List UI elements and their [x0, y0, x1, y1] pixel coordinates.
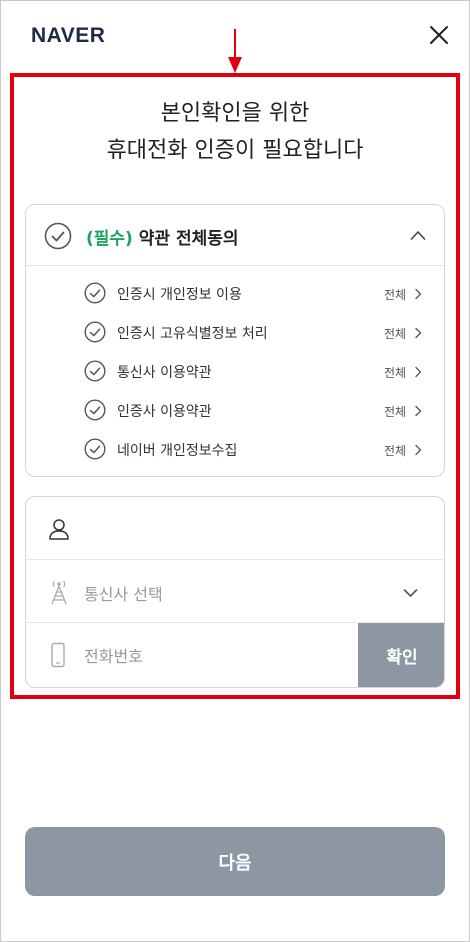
- required-tag: (필수): [86, 229, 133, 249]
- term-view-all-link[interactable]: 전체: [384, 403, 406, 420]
- term-item-unique-id[interactable]: 인증시 고유식별정보 처리 전체: [26, 314, 444, 352]
- term-view-all-link[interactable]: 전체: [384, 286, 406, 303]
- title-line-1: 본인확인을 위한: [160, 101, 310, 126]
- antenna-tower-icon: [51, 580, 67, 605]
- verification-form: 통신사 선택 확인: [25, 496, 445, 688]
- term-item-carrier-terms[interactable]: 통신사 이용약관 전체: [26, 353, 444, 391]
- check-circle-icon: [84, 360, 106, 382]
- confirm-button[interactable]: 확인: [358, 623, 444, 687]
- phone-input[interactable]: [84, 643, 344, 669]
- agree-all-toggle[interactable]: (필수) 약관 전체동의: [26, 205, 444, 266]
- check-circle-icon: [84, 438, 106, 460]
- term-label: 네이버 개인정보수집: [117, 443, 238, 459]
- check-circle-icon: [84, 282, 106, 304]
- user-icon: [49, 519, 69, 540]
- term-item-naver-collection[interactable]: 네이버 개인정보수집 전체: [26, 431, 444, 469]
- term-label: 인증사 이용약관: [117, 404, 212, 420]
- term-view-all-link[interactable]: 전체: [384, 442, 406, 459]
- term-label: 인증시 개인정보 이용: [117, 287, 242, 303]
- carrier-placeholder: 통신사 선택: [84, 585, 163, 604]
- agree-all-text: 약관 전체동의: [138, 229, 239, 249]
- naver-logo: NAVER: [31, 24, 106, 47]
- term-view-all-link[interactable]: 전체: [384, 364, 406, 381]
- chevron-right-icon: [415, 366, 422, 378]
- name-row: [26, 497, 444, 560]
- chevron-right-icon: [415, 405, 422, 417]
- carrier-select[interactable]: 통신사 선택: [26, 560, 444, 623]
- chevron-down-icon: [403, 589, 418, 597]
- chevron-right-icon: [415, 288, 422, 300]
- chevron-right-icon: [415, 444, 422, 456]
- page-title: 본인확인을 위한 휴대전화 인증이 필요합니다: [0, 95, 470, 169]
- chevron-up-icon[interactable]: [410, 229, 426, 241]
- close-icon[interactable]: [427, 23, 451, 47]
- mobile-phone-icon: [51, 642, 65, 668]
- check-circle-icon: [84, 399, 106, 421]
- term-item-personal-info[interactable]: 인증시 개인정보 이용 전체: [26, 275, 444, 313]
- term-label: 통신사 이용약관: [117, 365, 212, 381]
- term-view-all-link[interactable]: 전체: [384, 325, 406, 342]
- terms-agreement-box: (필수) 약관 전체동의 인증시 개인정보 이용 전체 인증시 고유식별정보 처…: [25, 204, 445, 477]
- name-input[interactable]: [84, 515, 424, 541]
- next-button[interactable]: 다음: [25, 827, 445, 896]
- title-line-2: 휴대전화 인증이 필요합니다: [106, 138, 364, 163]
- term-label: 인증시 고유식별정보 처리: [117, 326, 268, 342]
- chevron-right-icon: [415, 327, 422, 339]
- agree-all-label: (필수) 약관 전체동의: [86, 224, 239, 249]
- check-circle-icon: [44, 222, 72, 250]
- term-item-verifier-terms[interactable]: 인증사 이용약관 전체: [26, 392, 444, 430]
- down-arrow-icon: [228, 29, 242, 73]
- phone-row: 확인: [26, 623, 444, 687]
- check-circle-icon: [84, 321, 106, 343]
